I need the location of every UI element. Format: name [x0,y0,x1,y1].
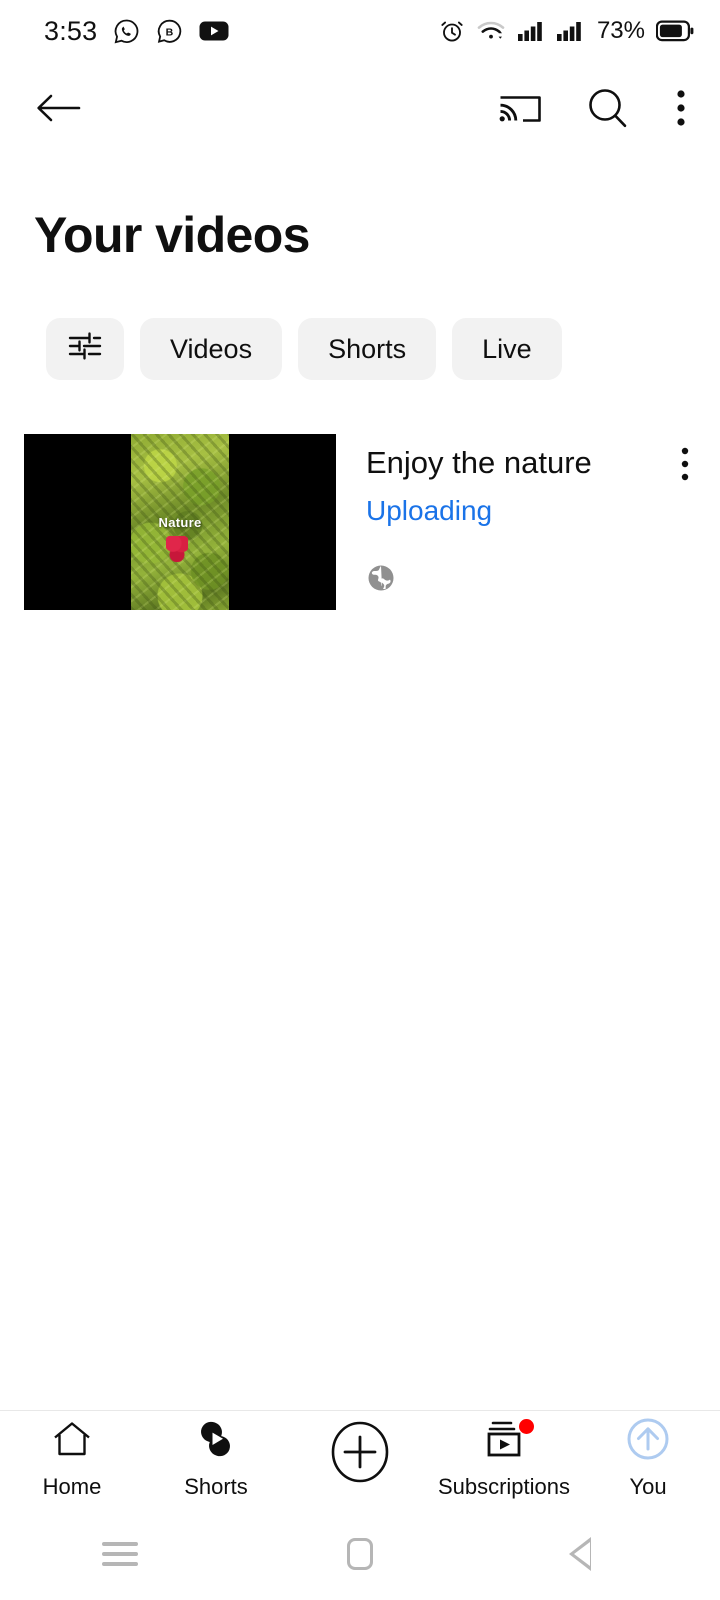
status-bar: 3:53 B 73% [0,0,720,62]
thumbnail-image: Nature [131,434,229,610]
video-list-item[interactable]: Nature Enjoy the nature Uploading [0,380,720,610]
nav-label-subscriptions: Subscriptions [437,1473,571,1499]
nav-item-shorts[interactable]: Shorts [144,1419,288,1500]
android-home-button[interactable] [240,1537,480,1570]
cast-icon [498,89,542,132]
video-info: Enjoy the nature Uploading [336,434,650,598]
subscriptions-icon-wrap [481,1418,534,1465]
chip-live[interactable]: Live [452,318,562,380]
video-thumbnail[interactable]: Nature [24,434,336,610]
bottom-navigation: Home Shorts Subscriptions You [0,1410,720,1507]
status-bar-right: 73% [439,17,694,45]
nav-label-you: You [629,1473,667,1499]
create-icon-wrap [328,1421,392,1483]
header-overflow-button[interactable] [674,88,688,133]
battery-percent: 73% [596,17,645,44]
more-vertical-icon [674,88,688,133]
youtube-icon [199,20,229,42]
page-title: Your videos [34,207,310,263]
video-title: Enjoy the nature [366,445,592,480]
android-system-nav [0,1507,720,1600]
subscriptions-badge [519,1418,534,1434]
filter-chip-button[interactable] [46,318,124,380]
app-header [0,62,720,158]
globe-icon [366,565,396,597]
signal-1-icon [517,20,545,42]
status-time: 3:53 [44,15,98,46]
filter-chips: Videos Shorts Live [0,264,720,380]
status-bar-left: 3:53 B [44,16,229,47]
app-screen: 3:53 B 73% Your videos Videos Shorts Liv… [0,0,720,1600]
flower-detail [166,536,189,563]
chip-shorts[interactable]: Shorts [298,318,437,380]
video-list: Nature Enjoy the nature Uploading [0,380,720,610]
wifi-icon [476,19,506,43]
nav-label-home: Home [42,1473,102,1499]
search-icon [586,86,630,135]
video-visibility [366,527,650,598]
recents-icon [102,1541,138,1566]
battery-icon [655,20,694,42]
svg-text:B: B [166,26,174,38]
header-actions [498,86,688,135]
nav-label-shorts: Shorts [184,1473,248,1499]
home-icon-wrap [51,1419,93,1465]
back-arrow-icon [34,88,82,133]
upload-progress-icon [624,1415,672,1468]
you-icon-wrap [624,1418,672,1465]
whatsapp-icon [113,18,140,45]
search-button[interactable] [586,86,630,135]
shorts-icon [195,1417,237,1466]
nav-item-create[interactable] [288,1421,432,1487]
signal-2-icon [556,20,584,42]
alarm-icon [439,18,465,44]
nav-item-home[interactable]: Home [0,1419,144,1500]
cast-button[interactable] [498,89,542,132]
back-triangle-icon [569,1536,611,1571]
video-upload-status: Uploading [366,494,493,526]
chip-videos[interactable]: Videos [140,318,283,380]
video-overflow-button[interactable] [650,434,720,487]
nav-item-subscriptions[interactable]: Subscriptions [432,1418,576,1500]
nav-item-you[interactable]: You [576,1418,720,1500]
tune-sliders-icon [67,330,103,369]
thumbnail-overlay-text: Nature [158,514,202,530]
android-recents-button[interactable] [0,1541,240,1566]
b-messenger-icon: B [156,18,183,45]
more-vertical-icon [679,446,691,487]
create-plus-icon [328,1420,392,1489]
android-back-button[interactable] [480,1536,720,1571]
home-square-icon [347,1537,373,1570]
back-button[interactable] [34,88,82,133]
shorts-icon-wrap [195,1419,237,1465]
home-icon [51,1419,93,1464]
